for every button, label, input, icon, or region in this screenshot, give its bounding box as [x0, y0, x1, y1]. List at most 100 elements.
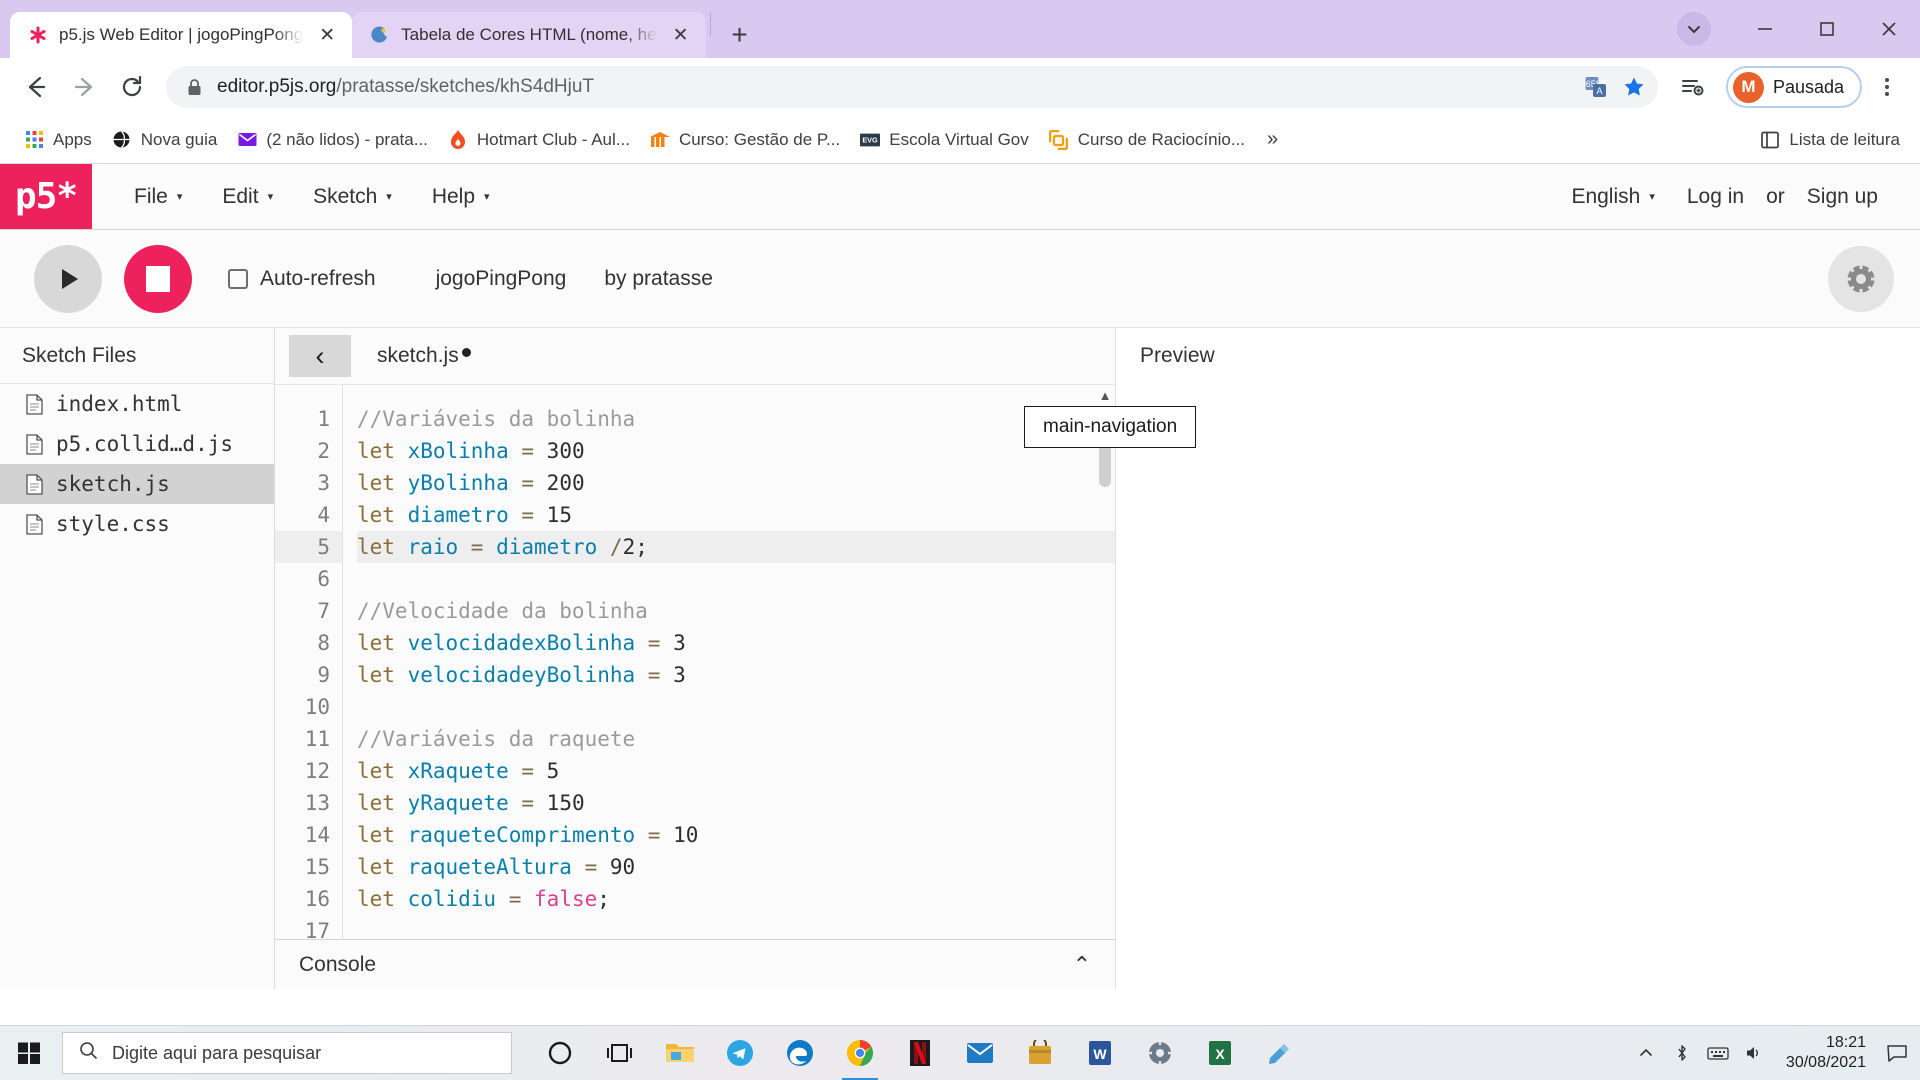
edge-icon[interactable] [770, 1026, 830, 1080]
code-token: = [508, 471, 547, 495]
code-line[interactable]: //Variáveis da raquete [357, 723, 1115, 755]
address-bar-url: editor.p5js.org/pratasse/sketches/khS4dH… [217, 76, 1570, 98]
auto-refresh-toggle[interactable]: Auto-refresh [228, 267, 376, 291]
line-number: 8 [317, 631, 330, 655]
bookmark-raciocinio[interactable]: Curso de Raciocínio... [1039, 122, 1255, 158]
bracket-icon [1049, 129, 1069, 150]
code-line[interactable]: //Variáveis da bolinha [357, 403, 1115, 435]
code-line[interactable]: let raqueteComprimento = 10 [357, 819, 1115, 851]
maximize-button[interactable] [1796, 6, 1858, 52]
bookmarks-overflow-button[interactable]: » [1255, 128, 1290, 151]
close-window-button[interactable] [1858, 6, 1920, 52]
reading-list-icon[interactable] [1670, 65, 1714, 109]
scroll-up-arrow-icon[interactable]: ▲ [1097, 387, 1113, 403]
code-token: = [508, 503, 547, 527]
bookmark-hotmart[interactable]: Hotmart Club - Aul... [438, 122, 640, 158]
close-icon[interactable]: ✕ [668, 22, 694, 48]
notification-icon[interactable] [1880, 1026, 1914, 1080]
p5-logo[interactable]: p5* [0, 164, 92, 229]
bookmark-curso-gestao[interactable]: Curso: Gestão de P... [640, 122, 850, 158]
menu-edit[interactable]: Edit ▾ [202, 164, 293, 229]
language-selector[interactable]: English ▾ [1555, 185, 1670, 209]
chevron-down-icon: ▾ [386, 191, 392, 203]
svg-text:A: A [1596, 86, 1602, 96]
code-line[interactable]: let xRaquete = 5 [357, 755, 1115, 787]
star-icon[interactable] [1622, 75, 1646, 99]
code-line[interactable]: let raio = diametro /2; [357, 531, 1115, 563]
code-token: let [357, 791, 408, 815]
cortana-icon[interactable] [530, 1026, 590, 1080]
code-token: raqueteAltura [407, 855, 572, 879]
bluetooth-icon[interactable] [1664, 1026, 1700, 1080]
forward-button[interactable] [62, 65, 106, 109]
code-line[interactable]: let colidiu = false; [357, 883, 1115, 915]
paint-icon[interactable] [1250, 1026, 1310, 1080]
sketch-name[interactable]: jogoPingPong [436, 267, 567, 291]
bookmark-evg[interactable]: EVG Escola Virtual Gov [850, 122, 1039, 158]
netflix-icon[interactable] [890, 1026, 950, 1080]
code-line[interactable]: let velocidadexBolinha = 3 [357, 627, 1115, 659]
telegram-icon[interactable] [710, 1026, 770, 1080]
code-lines[interactable]: //Variáveis da bolinha let xBolinha = 300… [343, 385, 1115, 989]
stop-button[interactable] [124, 244, 192, 313]
browser-tab-0[interactable]: p5.js Web Editor | jogoPingPong ✕ [10, 12, 353, 58]
taskbar-clock[interactable]: 18:21 30/08/2021 [1772, 1026, 1880, 1080]
code-line[interactable]: let yRaquete = 150 [357, 787, 1115, 819]
code-line[interactable]: let velocidadeyBolinha = 3 [357, 659, 1115, 691]
signup-link[interactable]: Sign up [1791, 185, 1894, 209]
menu-sketch[interactable]: Sketch ▾ [293, 164, 412, 229]
reading-list-entry[interactable]: Lista de leitura [1760, 130, 1910, 150]
account-chip[interactable]: M Pausada [1725, 66, 1862, 108]
code-area[interactable]: 1 2 3 4 5 6 7 8 9 10 11 12 13 14 15 16 17 //Variáveis da… [275, 384, 1115, 989]
file-item-index-html[interactable]: index.html [0, 384, 274, 424]
mail-icon[interactable] [950, 1026, 1010, 1080]
store-icon[interactable] [1010, 1026, 1070, 1080]
file-item-sketch-js[interactable]: sketch.js [0, 464, 274, 504]
file-explorer-icon[interactable] [650, 1026, 710, 1080]
new-tab-button[interactable]: + [721, 16, 759, 54]
settings-icon[interactable] [1130, 1026, 1190, 1080]
bookmark-mail[interactable]: (2 não lidos) - prata... [227, 122, 438, 158]
reading-list-book-icon [1760, 130, 1780, 150]
code-line[interactable]: let xBolinha = 300 [357, 435, 1115, 467]
collapse-sidebar-button[interactable]: ‹ [289, 335, 351, 377]
code-line[interactable] [357, 563, 1115, 595]
code-line[interactable]: let diametro = 15 [357, 499, 1115, 531]
menu-file[interactable]: File ▾ [114, 164, 202, 229]
code-line[interactable]: let yBolinha = 200 [357, 467, 1115, 499]
menu-help[interactable]: Help ▾ [412, 164, 510, 229]
excel-icon[interactable]: X [1190, 1026, 1250, 1080]
play-button[interactable] [34, 244, 102, 313]
volume-icon[interactable] [1736, 1026, 1772, 1080]
chevron-up-icon[interactable]: ⌃ [1073, 952, 1091, 978]
back-button[interactable] [14, 65, 58, 109]
task-view-icon[interactable] [590, 1026, 650, 1080]
profile-dropdown-button[interactable] [1672, 6, 1734, 52]
code-line[interactable]: //Velocidade da bolinha [357, 595, 1115, 627]
chrome-menu-icon[interactable] [1868, 65, 1906, 109]
auto-refresh-checkbox[interactable] [228, 268, 248, 289]
file-item-style-css[interactable]: style.css [0, 504, 274, 544]
translate-icon[interactable]: \u6587A [1584, 75, 1608, 99]
code-line[interactable]: let raqueteAltura = 90 [357, 851, 1115, 883]
bookmark-nova-guia[interactable]: Nova guia [102, 122, 228, 158]
file-item-p5-collide[interactable]: p5.collid…d.js [0, 424, 274, 464]
start-button[interactable] [0, 1026, 58, 1080]
chrome-icon[interactable] [830, 1026, 890, 1080]
console-bar[interactable]: Console ⌃ [275, 939, 1115, 989]
bookmark-apps[interactable]: Apps [14, 122, 102, 158]
reload-button[interactable] [110, 65, 154, 109]
word-icon[interactable]: W [1070, 1026, 1130, 1080]
editor-scrollbar[interactable] [1099, 389, 1111, 985]
browser-tab-1[interactable]: Tabela de Cores HTML (nome, he ✕ [352, 12, 706, 58]
address-bar[interactable]: editor.p5js.org/pratasse/sketches/khS4dH… [166, 66, 1658, 108]
minimize-button[interactable] [1734, 6, 1796, 52]
flame-icon [448, 129, 468, 150]
code-line[interactable] [357, 691, 1115, 723]
search-input[interactable]: Digite aqui para pesquisar [62, 1032, 512, 1074]
settings-gear-icon[interactable] [1828, 245, 1894, 312]
close-icon[interactable]: ✕ [314, 22, 340, 48]
login-link[interactable]: Log in [1671, 185, 1760, 209]
show-hidden-icons-arrow[interactable] [1628, 1026, 1664, 1080]
keyboard-icon[interactable] [1700, 1026, 1736, 1080]
